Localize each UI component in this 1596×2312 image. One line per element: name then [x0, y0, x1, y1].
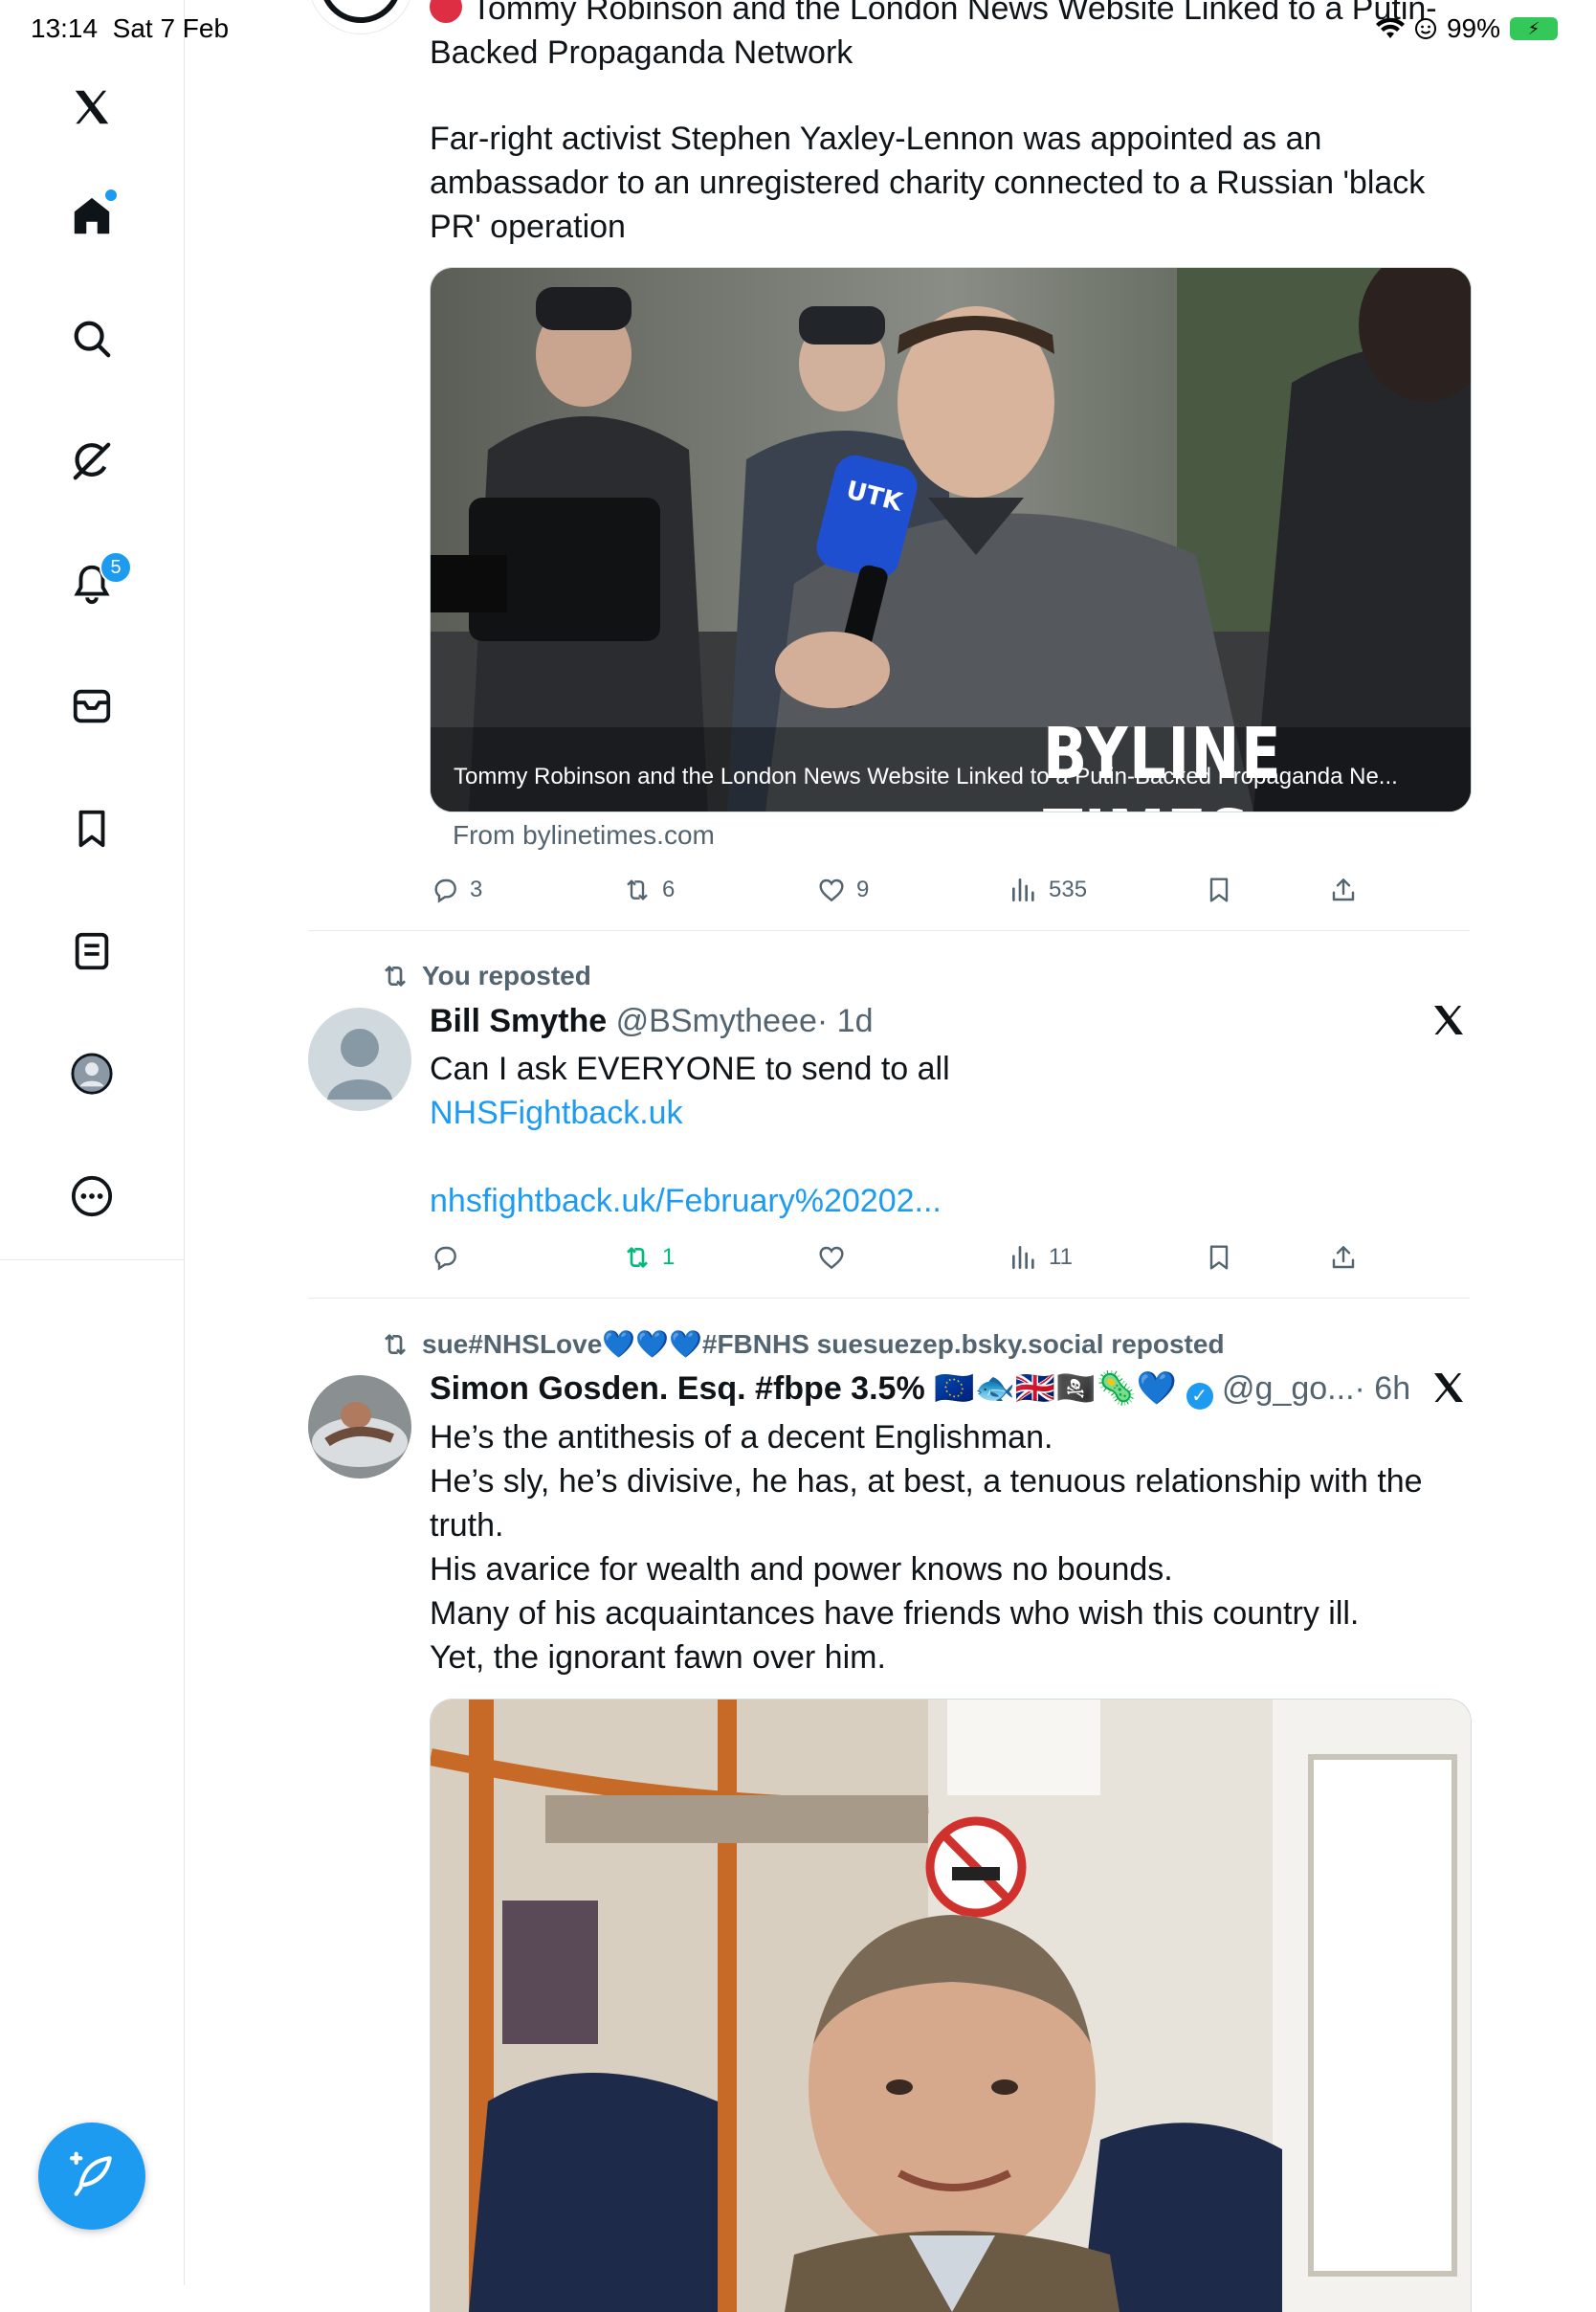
post2-x-icon[interactable]: [1430, 1001, 1468, 1044]
views-count: 535: [1049, 877, 1088, 902]
notifications-badge: 5: [100, 551, 132, 584]
repost-button[interactable]: 1: [622, 1242, 675, 1273]
post2-link-nhsfightback[interactable]: NHSFightback.uk: [430, 1095, 683, 1131]
post3-x-icon[interactable]: [1430, 1368, 1468, 1412]
post1-body-line: Far-right activist Stephen Yaxley-Lennon…: [430, 121, 1322, 157]
post1-body: Far-right activist Stephen Yaxley-Lennon…: [430, 117, 1482, 249]
post-divider: [308, 1298, 1470, 1299]
post2-repost-context: You reposted: [380, 961, 591, 991]
post2-handle[interactable]: @BSmytheee: [616, 1003, 817, 1039]
post3-header: Simon Gosden. Esq. #fbpe 3.5% 🇪🇺🐟🇬🇧🏴‍☠️🦠…: [430, 1367, 1415, 1411]
more-icon[interactable]: [63, 1167, 121, 1225]
post3-repost-label: sue#NHSLove💙💙💙#FBNHS suesuezep.bsky.soci…: [422, 1329, 1225, 1359]
repost-count: 1: [662, 1244, 676, 1270]
views-icon: [1012, 878, 1034, 901]
views-button[interactable]: 535: [1009, 875, 1087, 905]
grok-icon[interactable]: [63, 433, 121, 490]
reply-button[interactable]: [430, 1242, 470, 1273]
share-icon: [1332, 878, 1355, 901]
post3-repost-context: sue#NHSLove💙💙💙#FBNHS suesuezep.bsky.soci…: [380, 1328, 1225, 1360]
post1-card-source[interactable]: From bylinetimes.com: [453, 820, 715, 851]
reply-icon: [434, 1246, 456, 1271]
home-icon[interactable]: [63, 188, 121, 245]
repost-icon: [627, 1247, 648, 1268]
post2-author-name[interactable]: Bill Smythe: [430, 1003, 607, 1039]
views-button[interactable]: 11: [1009, 1242, 1073, 1273]
search-icon[interactable]: [63, 310, 121, 367]
post3-body-line: truth.: [430, 1507, 504, 1544]
repost-button[interactable]: 6: [622, 875, 675, 905]
post2-time[interactable]: · 1d: [817, 1003, 874, 1039]
post3-time[interactable]: · 6h: [1355, 1370, 1411, 1407]
red-circle-icon: [430, 0, 462, 23]
post2-header: Bill Smythe @BSmytheee· 1d: [430, 999, 874, 1043]
repost-icon: [385, 1333, 406, 1355]
post3-author-name[interactable]: Simon Gosden. Esq. #fbpe 3.5% 🇪🇺🐟🇬🇧🏴‍☠️🦠…: [430, 1370, 1177, 1407]
post1-avatar[interactable]: [308, 0, 413, 34]
compose-feather-icon: [69, 2151, 112, 2196]
post3-body-line: He’s the antithesis of a decent Englishm…: [430, 1419, 1053, 1456]
train-portrait-photo: [431, 1700, 1471, 2312]
post3-body-line: Yet, the ignorant fawn over him.: [430, 1639, 886, 1676]
reply-icon: [434, 878, 456, 903]
like-button[interactable]: 9: [816, 875, 869, 905]
lists-icon[interactable]: [63, 923, 121, 980]
post2-repost-label: You reposted: [422, 961, 591, 990]
bookmark-button[interactable]: [1204, 1242, 1234, 1273]
bookmark-icon: [1209, 1245, 1229, 1270]
verified-badge-icon: ✓: [1186, 1383, 1213, 1410]
post3-body-line: He’s sly, he’s divisive, he has, at best…: [430, 1463, 1423, 1500]
post3-body-line: Many of his acquaintances have friends w…: [430, 1595, 1360, 1632]
battery-icon: ⚡: [1510, 17, 1558, 40]
post1-body-line: PR' operation: [430, 209, 626, 245]
byline-times-watermark: BYLINE TIMES: [1043, 713, 1283, 811]
compose-button[interactable]: [38, 2123, 145, 2230]
profile-icon[interactable]: [63, 1045, 121, 1102]
share-button[interactable]: [1328, 875, 1359, 905]
post2-body: Can I ask EVERYONE to send to all NHSFig…: [430, 1047, 1444, 1223]
post1-title-line: Tommy Robinson and the London News Websi…: [472, 0, 1437, 27]
sidebar-divider: [0, 1259, 184, 1260]
messages-icon[interactable]: [63, 678, 121, 735]
post1-card-caption: Tommy Robinson and the London News Websi…: [454, 764, 1398, 789]
like-count: 9: [856, 877, 870, 902]
bookmark-button[interactable]: [1204, 875, 1234, 905]
like-button[interactable]: [816, 1242, 856, 1273]
repost-count: 6: [662, 877, 676, 902]
views-count: 11: [1049, 1244, 1073, 1270]
post-divider: [308, 930, 1470, 931]
post1-body-line: ambassador to an unregistered charity co…: [430, 165, 1426, 201]
x-logo-icon[interactable]: [63, 78, 121, 136]
reply-button[interactable]: 3: [430, 875, 482, 905]
bookmarks-icon[interactable]: [63, 800, 121, 857]
post2-link-url[interactable]: nhsfightback.uk/February%20202...: [430, 1183, 942, 1219]
repost-icon: [627, 879, 648, 900]
share-button[interactable]: [1328, 1242, 1359, 1273]
post1-title: Tommy Robinson and the London News Websi…: [430, 0, 1501, 75]
post2-body-line: Can I ask EVERYONE to send to all: [430, 1051, 950, 1087]
reply-count: 3: [470, 877, 483, 902]
post3-body: He’s the antithesis of a decent Englishm…: [430, 1415, 1463, 1679]
bookmark-icon: [1209, 878, 1229, 902]
post3-avatar[interactable]: [308, 1375, 411, 1478]
heart-icon: [819, 878, 844, 902]
notifications-icon[interactable]: 5: [63, 551, 132, 612]
heart-icon: [819, 1246, 844, 1270]
post1-title-line: Backed Propaganda Network: [430, 34, 853, 71]
post1-link-card-image[interactable]: UTK BYLINE TIMES Tommy Robinson and the …: [430, 267, 1472, 812]
post2-avatar[interactable]: [308, 1008, 411, 1111]
home-unread-dot: [105, 189, 117, 201]
share-icon: [1332, 1246, 1355, 1269]
post3-handle[interactable]: @g_go...: [1222, 1370, 1355, 1407]
post3-body-line: His avarice for wealth and power knows n…: [430, 1551, 1173, 1588]
views-icon: [1012, 1246, 1034, 1269]
repost-icon: [385, 966, 406, 987]
post3-photo[interactable]: [430, 1699, 1472, 2312]
